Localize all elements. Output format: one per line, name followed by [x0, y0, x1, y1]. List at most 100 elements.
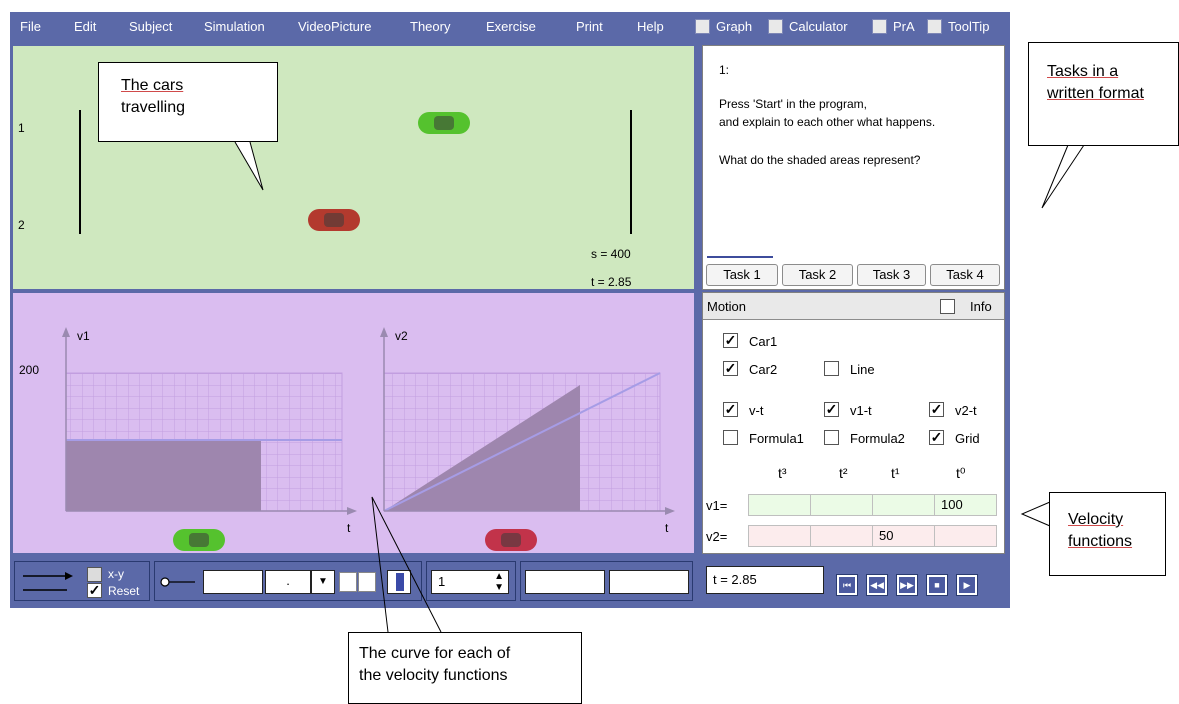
vt-checkbox[interactable]: ✓	[723, 402, 738, 417]
formula2-checkbox[interactable]	[824, 430, 839, 445]
car1-label[interactable]: Car1	[749, 334, 777, 349]
v2-t2-cell[interactable]	[810, 525, 873, 547]
track-label-2: 2	[18, 218, 25, 232]
tasks-callout: Tasks in a written format	[1028, 42, 1179, 146]
motion-header	[703, 293, 1004, 320]
color-field[interactable]	[203, 570, 263, 594]
v1-row-label: v1=	[706, 498, 728, 513]
graphs-panel: v1 v2 200 t t	[12, 292, 695, 554]
task-2-button[interactable]: Task 2	[782, 264, 853, 286]
speed-stepper[interactable]: 1 ▲ ▼	[431, 570, 509, 594]
skip-to-start-button[interactable]: ⏮	[836, 574, 858, 596]
v1t-checkbox[interactable]: ✓	[824, 402, 839, 417]
v1-t0-cell[interactable]: 100	[934, 494, 997, 516]
calculator-toggle-label[interactable]: Calculator	[789, 12, 848, 42]
speed-value[interactable]: 1	[438, 574, 445, 589]
task-text-line2: and explain to each other what happens.	[719, 115, 936, 129]
swatch-button-1[interactable]	[339, 572, 357, 592]
task-4-button[interactable]: Task 4	[930, 264, 1000, 286]
color-swatch-button[interactable]	[387, 570, 411, 594]
car1-checkbox[interactable]: ✓	[723, 333, 738, 348]
graph-toggle-label[interactable]: Graph	[716, 12, 752, 42]
bottom-control-bar: x-y ✓ Reset . ▼ 1 ▲ ▼	[12, 558, 695, 605]
info-checkbox[interactable]	[940, 299, 955, 314]
pra-toggle-checkbox[interactable]	[872, 19, 887, 34]
motion-title: Motion	[707, 299, 747, 314]
menu-help[interactable]: Help	[637, 12, 664, 42]
v2t-checkbox[interactable]: ✓	[929, 402, 944, 417]
swatch-button-2[interactable]	[358, 572, 376, 592]
v2-t3-cell[interactable]	[748, 525, 811, 547]
stepper-arrows-icon[interactable]: ▲ ▼	[494, 571, 504, 593]
menu-simulation[interactable]: Simulation	[204, 12, 265, 42]
menu-print[interactable]: Print	[576, 12, 603, 42]
task-number: 1:	[719, 63, 730, 77]
v1t-label[interactable]: v1-t	[850, 403, 872, 418]
tooltip-toggle-checkbox[interactable]	[927, 19, 942, 34]
rewind-button[interactable]: ◀◀	[866, 574, 888, 596]
play-button[interactable]: ▶	[956, 574, 978, 596]
v2-t1-cell[interactable]: 50	[872, 525, 935, 547]
v1-t3-cell[interactable]	[748, 494, 811, 516]
menu-edit[interactable]: Edit	[74, 12, 96, 42]
task-3-button[interactable]: Task 3	[857, 264, 926, 286]
velocity-graphs-svg	[62, 327, 675, 515]
pra-toggle-label[interactable]: PrA	[893, 12, 915, 42]
readout-field-2[interactable]	[609, 570, 689, 594]
xy-checkbox[interactable]	[87, 567, 102, 582]
formula1-label[interactable]: Formula1	[749, 431, 804, 446]
time-readout: t = 2.85	[591, 275, 632, 289]
motion-panel: Motion Info ✓ Car1 ✓ Car2 Line ✓ v-t ✓ v…	[702, 292, 1005, 554]
car2-icon	[308, 209, 360, 231]
power-t1-label: t¹	[891, 465, 900, 481]
menu-subject[interactable]: Subject	[129, 12, 172, 42]
power-t0-label: t⁰	[956, 465, 966, 481]
line-checkbox[interactable]	[824, 361, 839, 376]
car2-checkbox[interactable]: ✓	[723, 361, 738, 376]
distance-readout: s = 400	[591, 247, 631, 261]
formula1-checkbox[interactable]	[723, 430, 738, 445]
v1-t1-cell[interactable]	[872, 494, 935, 516]
car2-label[interactable]: Car2	[749, 362, 777, 377]
v2-t0-cell[interactable]	[934, 525, 997, 547]
formula2-label[interactable]: Formula2	[850, 431, 905, 446]
dropdown-chevron-icon[interactable]: ▼	[311, 570, 335, 594]
grid-label[interactable]: Grid	[955, 431, 980, 446]
v2-row-label: v2=	[706, 529, 728, 544]
dropdown-value[interactable]: .	[265, 570, 311, 594]
v1-t2-cell[interactable]	[810, 494, 873, 516]
vector-arrow-icon	[23, 572, 73, 591]
fast-forward-button[interactable]: ▶▶	[896, 574, 918, 596]
car2-graph-icon	[485, 529, 537, 551]
line-label[interactable]: Line	[850, 362, 875, 377]
task-1-button[interactable]: Task 1	[706, 264, 778, 286]
velocity-callout: Velocity functions	[1049, 492, 1166, 576]
xy-label[interactable]: x-y	[108, 567, 124, 581]
stop-button[interactable]: ■	[926, 574, 948, 596]
calculator-toggle-checkbox[interactable]	[768, 19, 783, 34]
reset-label[interactable]: Reset	[108, 584, 139, 598]
vt-label[interactable]: v-t	[749, 403, 763, 418]
v2-x-label: t	[665, 521, 669, 535]
tasks-callout-line1: Tasks in a	[1047, 63, 1119, 80]
readout-field-1[interactable]	[525, 570, 605, 594]
cars-callout-line1: The cars	[121, 77, 184, 94]
play-icon: ▶	[959, 577, 975, 593]
track-label-1: 1	[18, 121, 25, 135]
graph-toggle-checkbox[interactable]	[695, 19, 710, 34]
menu-videopicture[interactable]: VideoPicture	[298, 12, 371, 42]
cars-callout-line2: travelling	[121, 99, 186, 116]
slider-handle-icon[interactable]	[159, 572, 199, 592]
info-label[interactable]: Info	[970, 299, 992, 314]
time-display: t = 2.85	[706, 566, 824, 594]
menu-file[interactable]: File	[20, 12, 41, 42]
power-t2-label: t²	[839, 465, 848, 481]
grid-checkbox[interactable]: ✓	[929, 430, 944, 445]
tooltip-toggle-label[interactable]: ToolTip	[948, 12, 989, 42]
curve-callout: The curve for each of the velocity funct…	[348, 632, 582, 704]
start-line	[79, 110, 81, 234]
menu-theory[interactable]: Theory	[410, 12, 450, 42]
v2t-label[interactable]: v2-t	[955, 403, 977, 418]
menu-exercise[interactable]: Exercise	[486, 12, 536, 42]
reset-checkbox[interactable]: ✓	[87, 583, 102, 598]
